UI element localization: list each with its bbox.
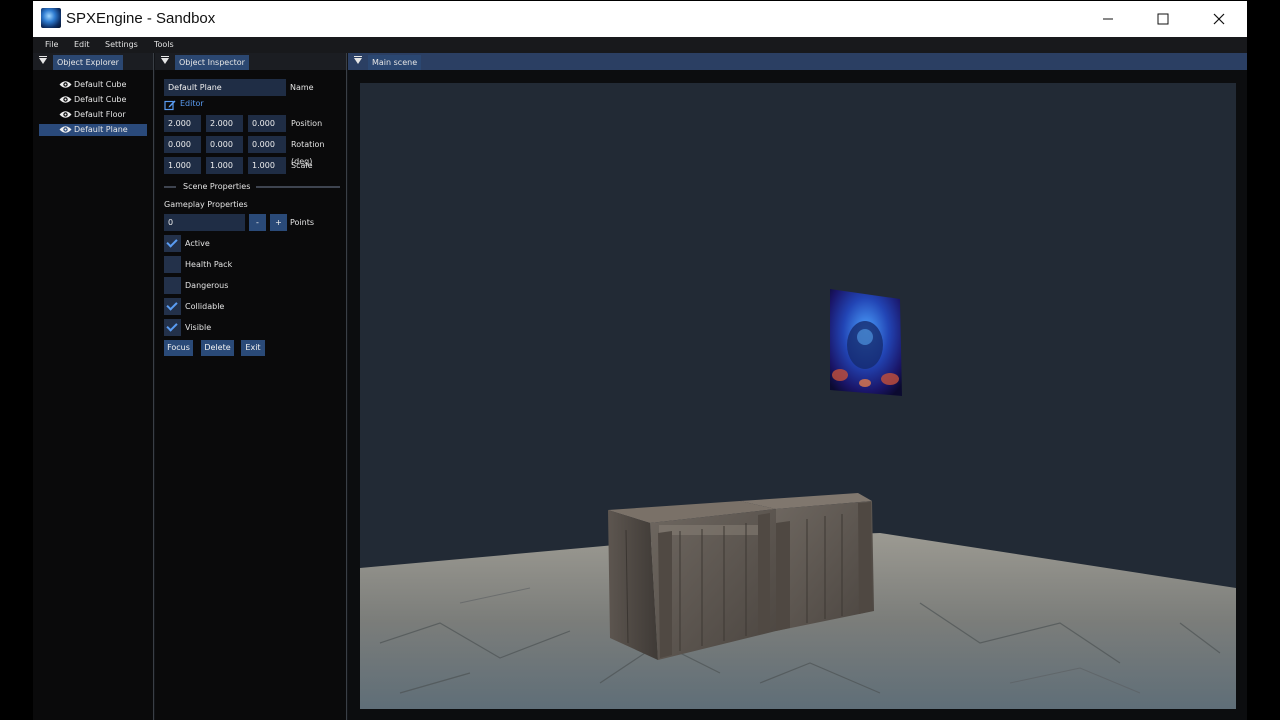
name-label: Name — [290, 83, 314, 92]
maximize-icon — [1157, 13, 1169, 25]
collidable-label: Collidable — [185, 302, 225, 311]
tree-item-label: Default Cube — [74, 95, 127, 104]
scene-properties-heading: Scene Properties — [183, 182, 251, 191]
exit-button[interactable]: Exit — [241, 340, 265, 356]
eye-icon[interactable] — [59, 125, 72, 134]
position-y-field[interactable]: 2.000 — [206, 115, 243, 132]
position-label: Position — [291, 119, 323, 128]
panel-header: Object Explorer — [33, 53, 153, 70]
scene-render — [360, 83, 1236, 709]
app-window: SPXEngine - Sandbox File Edit Settings T… — [33, 1, 1247, 720]
menu-bar: File Edit Settings Tools — [33, 37, 1247, 53]
points-increment-button[interactable]: + — [270, 214, 287, 231]
main-scene-panel: Main scene — [348, 53, 1247, 720]
object-inspector-panel: Object Inspector Default Plane Name Edit… — [155, 53, 347, 720]
collapse-arrow-icon[interactable] — [39, 56, 47, 64]
scale-y-field[interactable]: 1.000 — [206, 157, 243, 174]
eye-icon[interactable] — [59, 110, 72, 119]
tree-item-selected[interactable]: Default Plane — [39, 124, 147, 136]
position-x-field[interactable]: 2.000 — [164, 115, 201, 132]
eye-icon[interactable] — [59, 95, 72, 104]
panel-header: Main scene — [348, 53, 1247, 70]
panel-header: Object Inspector — [155, 53, 346, 70]
collapse-arrow-icon[interactable] — [161, 56, 169, 64]
minimize-icon — [1103, 18, 1113, 20]
tree-item[interactable]: Default Cube — [39, 79, 147, 91]
dangerous-label: Dangerous — [185, 281, 229, 290]
health-pack-checkbox[interactable] — [164, 256, 181, 273]
title-bar: SPXEngine - Sandbox — [33, 1, 1247, 37]
minimize-button[interactable] — [1080, 1, 1136, 37]
close-icon — [1213, 13, 1225, 25]
app-logo-icon — [41, 8, 61, 28]
position-z-field[interactable]: 0.000 — [248, 115, 286, 132]
menu-edit[interactable]: Edit — [74, 40, 90, 49]
tree-item-label: Default Floor — [74, 110, 126, 119]
scale-x-field[interactable]: 1.000 — [164, 157, 201, 174]
tree-item[interactable]: Default Floor — [39, 109, 147, 121]
gameplay-properties-heading: Gameplay Properties — [164, 200, 248, 209]
tab-main-scene[interactable]: Main scene — [368, 55, 422, 70]
separator-line — [256, 186, 340, 188]
name-input[interactable]: Default Plane — [164, 79, 286, 96]
visible-label: Visible — [185, 323, 212, 332]
active-label: Active — [185, 239, 210, 248]
points-decrement-button[interactable]: - — [249, 214, 266, 231]
rotation-y-field[interactable]: 0.000 — [206, 136, 243, 153]
editor-link[interactable]: Editor — [180, 97, 204, 111]
rotation-x-field[interactable]: 0.000 — [164, 136, 201, 153]
object-explorer-panel: Object Explorer Default Cube Default Cub… — [33, 53, 154, 720]
points-input[interactable]: 0 — [164, 214, 245, 231]
rotation-z-field[interactable]: 0.000 — [248, 136, 286, 153]
active-checkbox[interactable] — [164, 235, 181, 252]
tree-item-label: Default Plane — [74, 125, 128, 134]
menu-settings[interactable]: Settings — [105, 40, 138, 49]
close-button[interactable] — [1191, 1, 1247, 37]
tree-item[interactable]: Default Cube — [39, 94, 147, 106]
dangerous-checkbox[interactable] — [164, 277, 181, 294]
focus-button[interactable]: Focus — [164, 340, 193, 356]
maximize-button[interactable] — [1135, 1, 1191, 37]
poster-plane — [830, 289, 902, 396]
scale-label: Scale — [291, 161, 313, 170]
health-pack-label: Health Pack — [185, 260, 233, 269]
crate-left — [608, 501, 776, 660]
window-title: SPXEngine - Sandbox — [66, 10, 216, 27]
tab-object-explorer[interactable]: Object Explorer — [53, 55, 123, 70]
edit-icon — [164, 100, 176, 111]
tab-object-inspector[interactable]: Object Inspector — [175, 55, 249, 70]
delete-button[interactable]: Delete — [201, 340, 234, 356]
collapse-arrow-icon[interactable] — [354, 56, 362, 64]
points-label: Points — [290, 218, 315, 227]
separator-line — [164, 186, 176, 188]
visible-checkbox[interactable] — [164, 319, 181, 336]
collidable-checkbox[interactable] — [164, 298, 181, 315]
scale-z-field[interactable]: 1.000 — [248, 157, 286, 174]
menu-file[interactable]: File — [45, 40, 58, 49]
tree-item-label: Default Cube — [74, 80, 127, 89]
scene-viewport[interactable] — [360, 83, 1236, 709]
eye-icon[interactable] — [59, 80, 72, 89]
menu-tools[interactable]: Tools — [154, 40, 174, 49]
